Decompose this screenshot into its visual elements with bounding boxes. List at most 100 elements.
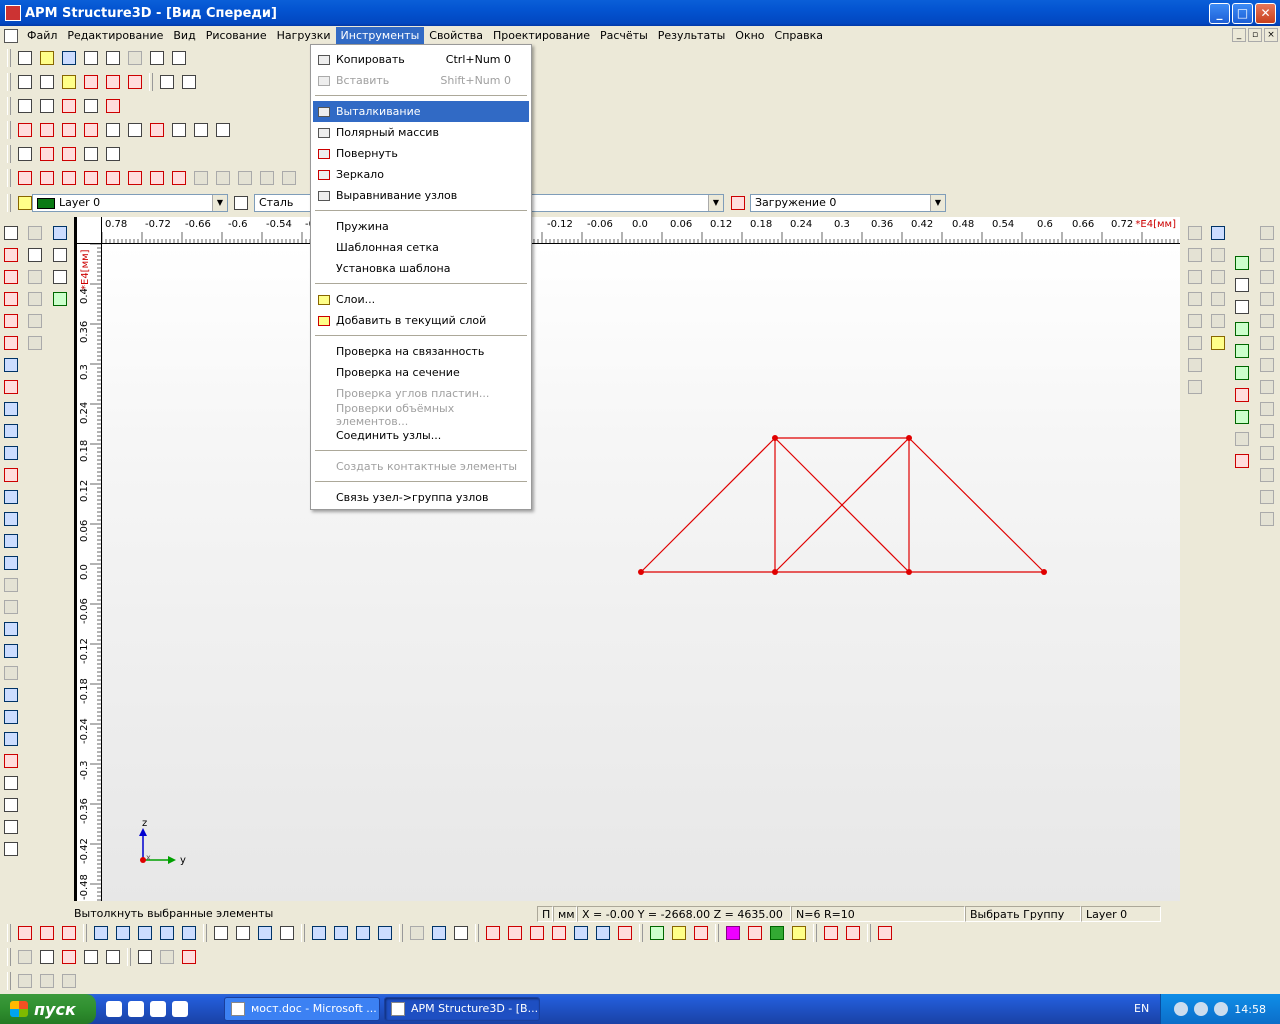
load-case-combo[interactable]: Загружение 0 ▼ [750,194,946,212]
internet-explorer-icon[interactable] [128,1001,144,1017]
support-2-icon[interactable] [212,167,234,189]
chevron-down-icon[interactable]: ▼ [212,195,227,211]
chevron-down-icon[interactable]: ▼ [930,195,945,211]
select-box-icon[interactable] [0,244,22,266]
support-n-icon[interactable] [1256,508,1278,530]
zoom-window-icon[interactable] [168,119,190,141]
bottom-tool-7-icon[interactable] [156,946,178,968]
pointer-icon[interactable] [0,222,22,244]
support-m-icon[interactable] [1256,486,1278,508]
beam-load-icon[interactable] [146,167,168,189]
bottom-tool-1-icon[interactable] [14,946,36,968]
table-icon[interactable] [49,222,71,244]
beam-icon[interactable] [0,420,22,442]
rigid-icon[interactable] [0,706,22,728]
bottom-tool-4-icon[interactable] [80,946,102,968]
support-b-icon[interactable] [1256,244,1278,266]
support-4-icon[interactable] [256,167,278,189]
bottom-tool-3-icon[interactable] [58,946,80,968]
print-icon[interactable] [80,47,102,69]
minimize-button[interactable]: _ [1209,2,1230,24]
select-node-icon[interactable] [0,288,22,310]
view-top-icon[interactable] [58,119,80,141]
layer-combo[interactable]: Layer 0 ▼ [32,194,228,212]
right-tool-8-icon[interactable] [1184,376,1206,398]
scissors-icon[interactable] [0,838,22,860]
iso-4-icon[interactable] [1231,318,1253,340]
node-axes-icon[interactable] [58,922,80,944]
section-icon[interactable] [49,266,71,288]
layer-add-icon[interactable] [1207,244,1229,266]
menu-item-extrude[interactable]: Выталкивание [313,101,529,122]
iso-6-icon[interactable] [1231,362,1253,384]
show-loads-2-icon[interactable] [504,922,526,944]
show-layers-icon[interactable] [646,922,668,944]
show-rods-icon[interactable] [210,922,232,944]
menu-window[interactable]: Окно [730,27,769,45]
iso-7-icon[interactable] [1231,384,1253,406]
load-case-icon[interactable] [727,192,749,214]
paste-icon[interactable] [124,47,146,69]
show-layers-3-icon[interactable] [690,922,712,944]
color-magenta-icon[interactable] [722,922,744,944]
menu-item-copy[interactable]: Копировать Ctrl+Num 0 [313,49,529,70]
select-element-icon[interactable] [0,266,22,288]
show-plates-2-icon[interactable] [112,922,134,944]
rotate-icon[interactable] [36,143,58,165]
menu-item-node-group-link[interactable]: Связь узел->группа узлов [313,487,529,508]
chevron-down-icon[interactable]: ▼ [708,195,723,211]
align-nodes-icon[interactable] [102,143,124,165]
right-tool-6-icon[interactable] [1184,332,1206,354]
maximize-button[interactable]: □ [1232,2,1253,24]
mdi-minimize-button[interactable]: _ [1232,28,1246,42]
zigzag-icon[interactable] [0,816,22,838]
show-loads-4-icon[interactable] [548,922,570,944]
solid-3-icon[interactable] [0,596,22,618]
temperature-icon[interactable] [58,167,80,189]
save-icon[interactable] [58,47,80,69]
media-player-icon[interactable] [150,1001,166,1017]
show-loads-7-icon[interactable] [614,922,636,944]
bottom-tool-9-icon[interactable] [14,970,36,992]
bottom-tool-5-icon[interactable] [102,946,124,968]
bottom-tool-2-icon[interactable] [36,946,58,968]
show-rods-4-icon[interactable] [276,922,298,944]
show-nodes-icon[interactable] [14,922,36,944]
right-tool-5-icon[interactable] [1184,310,1206,332]
table-2-icon[interactable] [49,244,71,266]
snap-icon[interactable] [58,71,80,93]
show-cubes-3-icon[interactable] [352,922,374,944]
iso-3-icon[interactable] [1231,296,1253,318]
iso-9-icon[interactable] [1231,428,1253,450]
net-icon[interactable] [0,728,22,750]
axes-icon[interactable] [14,95,36,117]
support-3-icon[interactable] [234,167,256,189]
mdi-close-button[interactable]: × [1264,28,1278,42]
mass-icon[interactable] [0,332,22,354]
frame-icon[interactable] [24,288,46,310]
support-g-icon[interactable] [1256,354,1278,376]
menu-tools[interactable]: Инструменты [335,26,425,45]
rod-icon[interactable] [80,95,102,117]
bottom-tool-6-icon[interactable] [134,946,156,968]
menu-item-check-section[interactable]: Проверка на сечение [313,362,529,383]
grid-icon[interactable] [36,71,58,93]
eraser-2-icon[interactable] [24,266,46,288]
view-front-icon[interactable] [14,119,36,141]
layer-manager-icon[interactable] [1207,222,1229,244]
clock[interactable]: 14:58 [1234,1003,1266,1016]
node-numbers-icon[interactable] [36,922,58,944]
triangle-icon[interactable] [0,530,22,552]
menu-calculations[interactable]: Расчёты [595,27,653,45]
open-file-icon[interactable] [36,47,58,69]
mirror-icon[interactable] [58,143,80,165]
extrude-icon[interactable] [14,143,36,165]
menu-item-connect-nodes[interactable]: Соединить узлы... [313,425,529,446]
section-2-icon[interactable] [49,288,71,310]
menu-item-template-grid[interactable]: Шаблонная сетка [313,237,529,258]
mass-show-2-icon[interactable] [842,922,864,944]
truss-drawing[interactable]: z y x [102,244,1180,901]
tray-volume-icon[interactable] [1214,1002,1229,1016]
cube-2-icon[interactable] [0,640,22,662]
show-solids-icon[interactable] [178,922,200,944]
